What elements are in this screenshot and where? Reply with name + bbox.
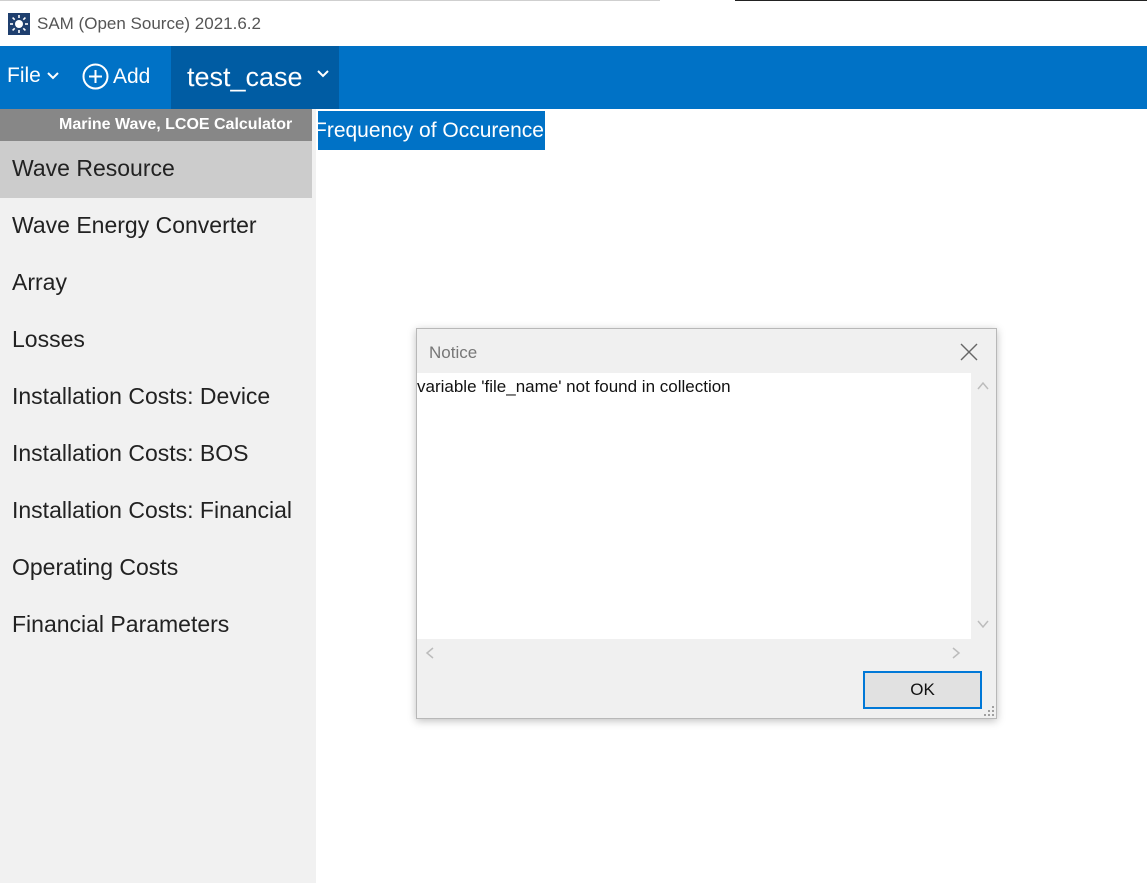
sidebar-item-label: Installation Costs: Financial xyxy=(12,497,292,523)
main-toolbar: File Add test_case xyxy=(0,46,1147,109)
vertical-scrollbar[interactable] xyxy=(971,373,995,639)
window-title: SAM (Open Source) 2021.6.2 xyxy=(37,14,261,33)
sidebar-item-label: Installation Costs: Device xyxy=(12,383,271,409)
sidebar-item-label: Wave Energy Converter xyxy=(12,212,257,238)
window-border xyxy=(0,0,660,1)
configuration-title: Marine Wave, LCOE Calculator xyxy=(59,116,293,133)
plus-circle-icon xyxy=(82,63,109,90)
add-case-label: Add xyxy=(113,64,151,88)
tab-frequency-of-occurence[interactable]: Frequency of Occurence xyxy=(318,111,545,150)
case-tab[interactable]: test_case xyxy=(171,46,339,109)
sidebar-item-wave-resource[interactable]: Wave Resource xyxy=(0,141,312,198)
sidebar: Marine Wave, LCOE Calculator Wave Resour… xyxy=(0,109,316,883)
ok-button-label: OK xyxy=(910,680,935,699)
sidebar-item-label: Array xyxy=(12,269,67,295)
add-case-button[interactable]: Add xyxy=(82,63,150,90)
case-name: test_case xyxy=(187,62,303,92)
sidebar-item-label: Financial Parameters xyxy=(12,611,230,637)
sidebar-item-operating-costs[interactable]: Operating Costs xyxy=(0,540,312,597)
chevron-down-icon xyxy=(317,70,329,78)
chevron-up-icon[interactable] xyxy=(977,381,989,391)
sidebar-item-array[interactable]: Array xyxy=(0,255,312,312)
sidebar-item-losses[interactable]: Losses xyxy=(0,312,312,369)
message-text-area[interactable]: variable 'file_name' not found in collec… xyxy=(417,373,971,639)
window-border xyxy=(735,0,1147,1)
chevron-right-icon[interactable] xyxy=(951,647,961,659)
sidebar-item-installation-costs-financial[interactable]: Installation Costs: Financial xyxy=(0,483,312,540)
sun-icon xyxy=(8,13,30,35)
sidebar-item-label: Losses xyxy=(12,326,85,352)
configuration-header[interactable]: Marine Wave, LCOE Calculator xyxy=(0,109,312,141)
window-title-bar: SAM (Open Source) 2021.6.2 xyxy=(0,0,1147,46)
notice-dialog: Notice variable 'file_name' not found in… xyxy=(416,328,997,719)
file-menu-button[interactable]: File xyxy=(7,64,59,88)
resize-grip-icon[interactable] xyxy=(983,705,995,717)
sidebar-item-label: Installation Costs: BOS xyxy=(12,440,249,466)
sidebar-item-wave-energy-converter[interactable]: Wave Energy Converter xyxy=(0,198,312,255)
tab-label: Frequency of Occurence xyxy=(318,119,544,142)
sidebar-item-label: Wave Resource xyxy=(12,155,175,181)
file-menu-label: File xyxy=(7,64,41,87)
sidebar-item-financial-parameters[interactable]: Financial Parameters xyxy=(0,597,312,654)
sidebar-item-installation-costs-device[interactable]: Installation Costs: Device xyxy=(0,369,312,426)
sidebar-item-installation-costs-bos[interactable]: Installation Costs: BOS xyxy=(0,426,312,483)
chevron-down-icon xyxy=(47,72,59,80)
horizontal-scrollbar[interactable] xyxy=(417,639,971,666)
chevron-left-icon[interactable] xyxy=(425,647,435,659)
dialog-message: variable 'file_name' not found in collec… xyxy=(417,377,731,396)
ok-button[interactable]: OK xyxy=(863,671,982,709)
chevron-down-icon[interactable] xyxy=(977,619,989,629)
sidebar-item-label: Operating Costs xyxy=(12,554,179,580)
close-icon[interactable] xyxy=(958,341,980,363)
dialog-title: Notice xyxy=(429,343,478,362)
